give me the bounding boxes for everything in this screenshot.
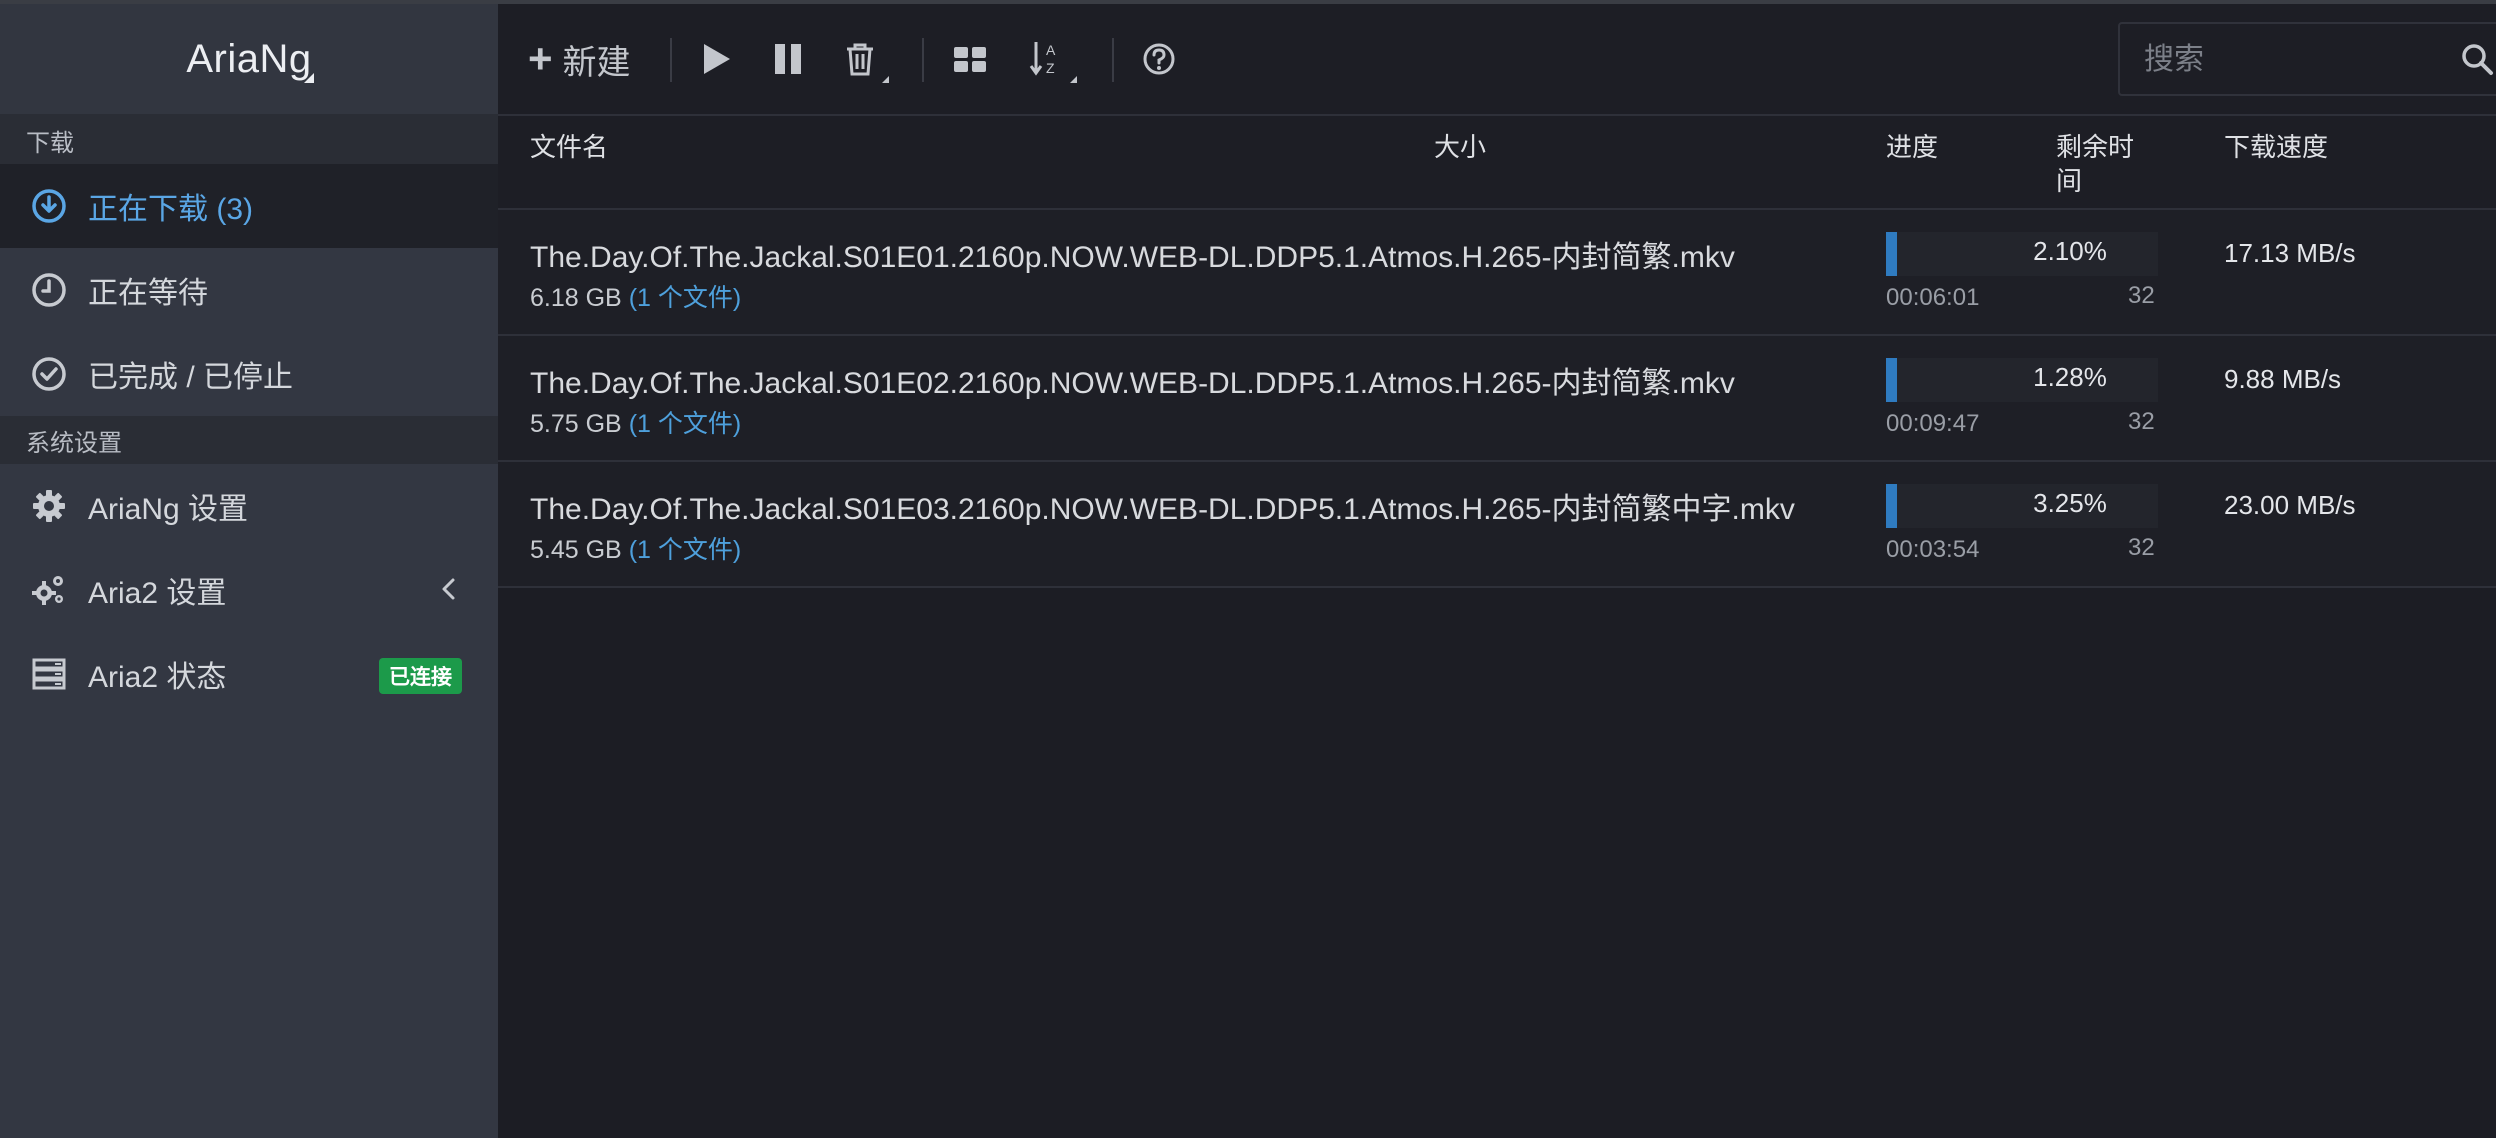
nav-item-waiting[interactable]: 正在等待 <box>0 248 498 332</box>
search-icon[interactable] <box>2460 42 2494 76</box>
connection-count: 32 <box>2128 534 2155 561</box>
status-badge: 已连接 <box>379 658 462 694</box>
brand-header[interactable]: AriaNg <box>0 4 498 116</box>
column-header-speed[interactable]: 下载速度 <box>2224 130 2328 164</box>
plus-icon: + <box>528 35 553 82</box>
sort-alpha-icon: AZ <box>1029 42 1056 76</box>
column-header-size[interactable]: 大小 <box>1434 130 1486 164</box>
new-task-label: 新建 <box>562 43 631 82</box>
progress-percent: 1.28% <box>2033 362 2107 392</box>
task-row[interactable]: The.Day.Of.The.Jackal.S01E03.2160p.NOW.W… <box>498 462 2496 588</box>
download-speed: 9.88 MB/s <box>2224 364 2342 394</box>
column-header-remaining[interactable]: 剩余时间 <box>2056 130 2134 198</box>
connection-count: 32 <box>2128 408 2155 435</box>
file-count-link[interactable]: (1 个文件) <box>629 284 742 312</box>
server-icon <box>30 655 68 693</box>
gear-icon <box>30 487 68 525</box>
progress-fill <box>1886 232 1897 276</box>
toolbar-divider <box>1112 38 1114 82</box>
nav-item-ariang-settings[interactable]: AriaNg 设置 <box>0 464 498 548</box>
table-header: 文件名 大小 进度 剩余时间 下载速度 <box>498 116 2496 210</box>
play-icon <box>704 44 730 74</box>
toolbar-divider <box>922 38 924 82</box>
nav-item-label: 正在下载 (3) <box>88 193 253 226</box>
section-header-download: 下载 <box>0 116 498 164</box>
help-icon <box>1143 43 1175 75</box>
file-count-link[interactable]: (1 个文件) <box>629 536 742 564</box>
progress-fill <box>1886 358 1897 402</box>
nav-item-label: AriaNg 设置 <box>88 493 249 526</box>
delete-button[interactable] <box>844 32 889 86</box>
file-size-value: 5.45 GB <box>530 536 622 564</box>
nav-item-downloading[interactable]: 正在下载 (3) <box>0 164 498 248</box>
download-circle-icon <box>30 187 68 225</box>
new-task-button[interactable]: + 新建 <box>528 32 631 86</box>
progress-percent: 2.10% <box>2033 236 2107 266</box>
nav-item-label: Aria2 设置 <box>88 577 227 610</box>
task-file-name[interactable]: The.Day.Of.The.Jackal.S01E01.2160p.NOW.W… <box>530 232 1800 276</box>
pause-icon <box>775 44 801 74</box>
task-file-size: 5.75 GB (1 个文件) <box>530 404 741 440</box>
remaining-time: 00:09:47 <box>1886 410 1980 437</box>
nav-item-aria2-status[interactable]: Aria2 状态 已连接 <box>0 632 498 716</box>
task-row[interactable]: The.Day.Of.The.Jackal.S01E01.2160p.NOW.W… <box>498 210 2496 336</box>
remaining-time: 00:06:01 <box>1886 284 1980 311</box>
download-speed: 23.00 MB/s <box>2224 490 2356 520</box>
sidebar: AriaNg 下载 正在下载 (3) 正在等待 已完成 / 已停止 系统设置 A… <box>0 4 498 1138</box>
task-file-size: 6.18 GB (1 个文件) <box>530 278 741 314</box>
section-header-settings: 系统设置 <box>0 416 498 464</box>
progress-percent: 3.25% <box>2033 488 2107 518</box>
column-header-progress[interactable]: 进度 <box>1886 130 1938 164</box>
file-size-value: 6.18 GB <box>530 284 622 312</box>
search-input[interactable] <box>2120 24 2446 96</box>
nav-item-label: 正在等待 <box>88 277 208 310</box>
remaining-time: 00:03:54 <box>1886 536 1980 563</box>
nav-item-aria2-settings[interactable]: Aria2 设置 <box>0 548 498 632</box>
task-file-name[interactable]: The.Day.Of.The.Jackal.S01E02.2160p.NOW.W… <box>530 358 1800 402</box>
gears-icon <box>30 571 68 609</box>
trash-icon <box>847 43 873 76</box>
task-row[interactable]: The.Day.Of.The.Jackal.S01E02.2160p.NOW.W… <box>498 336 2496 462</box>
progress-fill <box>1886 484 1897 528</box>
svg-text:Z: Z <box>1046 60 1055 76</box>
column-header-name[interactable]: 文件名 <box>530 130 608 164</box>
toolbar: + 新建 AZ <box>498 4 2496 116</box>
task-file-name[interactable]: The.Day.Of.The.Jackal.S01E03.2160p.NOW.W… <box>530 484 1800 528</box>
search-box[interactable] <box>2118 22 2496 96</box>
sort-button[interactable]: AZ <box>1028 32 1077 86</box>
brand-menu-caret-icon <box>304 73 314 83</box>
file-count-link[interactable]: (1 个文件) <box>629 410 742 438</box>
app-logo-text: AriaNg <box>186 36 312 81</box>
clock-icon <box>30 271 68 309</box>
check-circle-icon <box>30 355 68 393</box>
help-button[interactable] <box>1142 32 1176 86</box>
dropdown-caret-icon <box>1070 76 1077 83</box>
grid-icon <box>954 47 986 72</box>
nav-item-stopped[interactable]: 已完成 / 已停止 <box>0 332 498 416</box>
nav-item-label: Aria2 状态 <box>88 661 227 694</box>
toolbar-divider <box>670 38 672 82</box>
download-speed: 17.13 MB/s <box>2224 238 2356 268</box>
svg-text:A: A <box>1046 42 1056 58</box>
main-panel: + 新建 AZ 文件名 大小 <box>498 4 2496 1138</box>
pause-button[interactable] <box>772 32 806 86</box>
nav-item-label: 已完成 / 已停止 <box>88 361 294 394</box>
dropdown-caret-icon <box>882 76 889 83</box>
display-mode-button[interactable] <box>952 32 988 86</box>
start-button[interactable] <box>700 32 734 86</box>
connection-count: 32 <box>2128 282 2155 309</box>
task-file-size: 5.45 GB (1 个文件) <box>530 530 741 566</box>
chevron-left-icon[interactable] <box>436 576 462 602</box>
file-size-value: 5.75 GB <box>530 410 622 438</box>
